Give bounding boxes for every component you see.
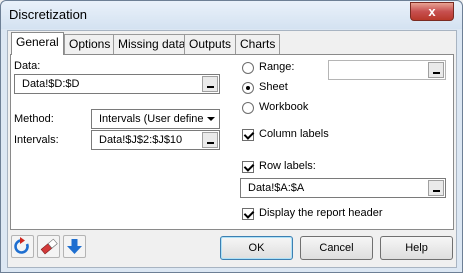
- general-tab-panel: Data: Data!$D:$D Method: Intervals (User…: [10, 54, 454, 230]
- intervals-label: Intervals:: [14, 134, 59, 146]
- range-select-icon: [433, 72, 440, 74]
- row-labels-range-select-button[interactable]: [428, 180, 444, 196]
- output-range-select-button[interactable]: [428, 62, 444, 78]
- reset-icon: [14, 237, 29, 254]
- intervals-range-select-button[interactable]: [202, 132, 218, 148]
- column-labels-checkbox[interactable]: [242, 129, 254, 141]
- close-icon: x: [428, 4, 436, 19]
- method-dropdown[interactable]: Intervals (User defined): [91, 109, 220, 129]
- range-select-icon: [207, 142, 214, 144]
- row-labels-range-value: Data!$A:$A: [248, 182, 305, 194]
- help-button-label: Help: [405, 242, 428, 254]
- tab-general-label: General: [16, 35, 59, 49]
- tab-outputs[interactable]: Outputs: [184, 34, 237, 54]
- display-report-header-checkbox[interactable]: [242, 208, 254, 220]
- data-range-select-button[interactable]: [202, 76, 218, 92]
- data-label: Data:: [14, 60, 41, 72]
- row-labels-checkbox[interactable]: [242, 161, 254, 173]
- range-select-icon: [433, 190, 440, 192]
- workbook-radio[interactable]: [242, 102, 254, 114]
- dialog-client: General Options Missing data Outputs Cha…: [7, 30, 457, 268]
- sheet-radio[interactable]: [242, 82, 254, 94]
- dialog-window: Discretization x General Options Missing…: [0, 0, 463, 273]
- data-range-field[interactable]: Data!$D:$D: [14, 74, 220, 94]
- dialog-footer: OK Cancel Help: [8, 231, 456, 267]
- tab-options-label: Options: [69, 37, 111, 51]
- tab-charts-label: Charts: [240, 37, 276, 51]
- method-value: Intervals (User defined): [99, 113, 214, 125]
- close-button[interactable]: x: [410, 2, 454, 21]
- range-radio[interactable]: [242, 62, 254, 74]
- ok-button[interactable]: OK: [220, 236, 293, 260]
- clear-button[interactable]: [37, 235, 60, 258]
- method-label: Method:: [14, 113, 54, 125]
- download-arrow-icon: [67, 239, 82, 254]
- help-button[interactable]: Help: [380, 236, 453, 260]
- workbook-radio-label: Workbook: [259, 101, 309, 113]
- range-select-icon: [207, 86, 214, 88]
- sheet-radio-label: Sheet: [259, 81, 288, 93]
- row-labels-range-field[interactable]: Data!$A:$A: [240, 178, 446, 198]
- reset-button[interactable]: [11, 235, 34, 258]
- row-labels-label: Row labels:: [259, 160, 316, 172]
- tab-outputs-label: Outputs: [189, 37, 232, 51]
- intervals-range-value: Data!$J$2:$J$10: [99, 134, 183, 146]
- title-bar[interactable]: Discretization x: [1, 1, 462, 29]
- move-down-button[interactable]: [63, 235, 86, 258]
- display-report-header-label: Display the report header: [259, 207, 383, 219]
- cancel-button[interactable]: Cancel: [300, 236, 373, 260]
- data-range-value: Data!$D:$D: [22, 78, 80, 90]
- tab-charts[interactable]: Charts: [235, 34, 281, 54]
- eraser-icon: [40, 238, 58, 255]
- column-labels-label: Column labels: [259, 128, 329, 140]
- output-range-field[interactable]: [328, 60, 446, 80]
- tab-missing-data-label: Missing data: [118, 37, 186, 51]
- dialog-title: Discretization: [9, 7, 88, 22]
- ok-button-label: OK: [248, 242, 265, 254]
- intervals-range-field[interactable]: Data!$J$2:$J$10: [91, 130, 220, 150]
- range-radio-label: Range:: [259, 61, 295, 73]
- tab-missing-data[interactable]: Missing data: [113, 34, 191, 54]
- cancel-button-label: Cancel: [319, 242, 354, 254]
- tab-general[interactable]: General: [11, 32, 64, 55]
- chevron-down-icon[interactable]: [203, 111, 218, 127]
- tab-options[interactable]: Options: [64, 34, 116, 54]
